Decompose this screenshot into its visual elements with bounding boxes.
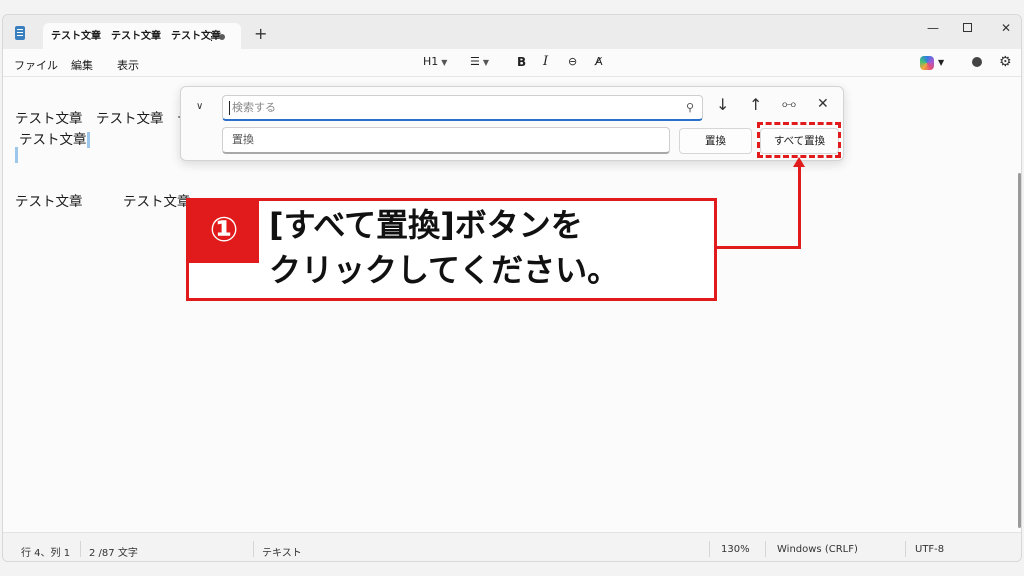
instruction-callout: ① [すべて置換]ボタンを クリックしてください。	[186, 198, 717, 301]
separator	[253, 541, 254, 557]
editor-line: テスト文章 テスト文章 テ	[15, 111, 191, 127]
search-placeholder: 検索する	[232, 101, 276, 114]
vertical-scrollbar[interactable]	[1018, 173, 1021, 528]
selection-highlight	[86, 132, 90, 148]
menu-bar: ファイル 編集 表示 H1 ▼ ☰ ▼ B I ⊖ A̸ ▼ ⚙	[3, 49, 1021, 77]
arrow-down-icon[interactable]: ↓	[716, 95, 729, 114]
replace-input[interactable]: 置換	[222, 127, 670, 154]
list-icon: ☰	[470, 55, 480, 68]
editor-line-text: テスト文章	[19, 132, 87, 148]
link-icon[interactable]: ⊖	[568, 55, 577, 68]
chevron-down-icon[interactable]: ▼	[938, 58, 944, 67]
maximize-icon[interactable]	[963, 21, 972, 35]
search-icon: ⚲	[685, 101, 694, 114]
separator	[80, 541, 81, 557]
find-replace-panel: ∨ 検索する ⚲ ↓ ↑ ⧟ ✕ 置換 置換 すべて置換	[180, 86, 844, 161]
character-count: 2 /87 文字	[89, 548, 138, 559]
heading-dropdown[interactable]: H1 ▼	[423, 55, 447, 68]
replace-button[interactable]: 置換	[679, 128, 752, 154]
italic-button[interactable]: I	[543, 54, 548, 69]
instruction-line: [すべて置換]ボタンを	[269, 206, 583, 244]
chevron-down-icon: ▼	[441, 58, 448, 67]
chevron-down-icon[interactable]: ∨	[196, 101, 203, 112]
gear-icon[interactable]: ⚙	[999, 54, 1012, 70]
step-number: ①	[189, 201, 259, 263]
plus-icon[interactable]: +	[254, 24, 267, 43]
unsaved-dot-icon	[219, 34, 225, 40]
list-dropdown[interactable]: ☰ ▼	[470, 55, 489, 68]
bold-button[interactable]: B	[517, 55, 526, 69]
more-icon[interactable]: ⋮	[206, 23, 217, 50]
zoom-level[interactable]: 130%	[721, 544, 750, 555]
settings-sliders-icon[interactable]: ⧟	[782, 96, 796, 112]
user-icon[interactable]	[972, 57, 982, 67]
minimize-icon[interactable]: —	[927, 21, 939, 35]
connector-line	[717, 246, 801, 249]
separator	[765, 541, 766, 557]
search-input[interactable]: 検索する ⚲	[222, 95, 703, 121]
menu-edit[interactable]: 編集	[71, 57, 93, 73]
editor-line	[15, 147, 18, 163]
instruction-text: [すべて置換]ボタンを クリックしてください。	[269, 203, 714, 293]
editor-line: テスト文章	[19, 128, 90, 148]
menu-file[interactable]: ファイル	[14, 57, 58, 73]
close-icon[interactable]: ✕	[1001, 21, 1011, 35]
line-ending[interactable]: Windows (CRLF)	[777, 544, 858, 555]
cursor-position: 行 4、列 1	[21, 548, 71, 559]
title-bar: テスト文章 テスト文章 テスト文章 ⋮ + — ✕	[3, 15, 1021, 50]
highlight-frame	[757, 122, 841, 158]
heading-label: H1	[423, 55, 439, 68]
clear-format-icon[interactable]: A̸	[595, 55, 603, 68]
tab-title: テスト文章 テスト文章 テスト文章	[51, 31, 221, 42]
separator	[905, 541, 906, 557]
instruction-line: クリックしてください。	[269, 251, 620, 289]
notepad-icon	[15, 26, 25, 40]
menu-view[interactable]: 表示	[117, 57, 139, 73]
separator	[709, 541, 710, 557]
connector-line	[798, 166, 801, 249]
status-bar: 行 4、列 1 2 /87 文字 テキスト 130% Windows (CRLF…	[3, 532, 1021, 561]
file-format: テキスト	[262, 548, 302, 559]
encoding[interactable]: UTF-8	[915, 544, 944, 555]
arrow-up-icon[interactable]: ↑	[749, 95, 762, 114]
document-tab[interactable]: テスト文章 テスト文章 テスト文章 ⋮	[43, 23, 241, 50]
text-cursor	[15, 147, 18, 163]
close-icon[interactable]: ✕	[817, 96, 829, 112]
editor-line: テスト文章 テスト文章	[15, 194, 191, 210]
chevron-down-icon: ▼	[482, 58, 490, 67]
copilot-icon[interactable]	[920, 56, 934, 70]
